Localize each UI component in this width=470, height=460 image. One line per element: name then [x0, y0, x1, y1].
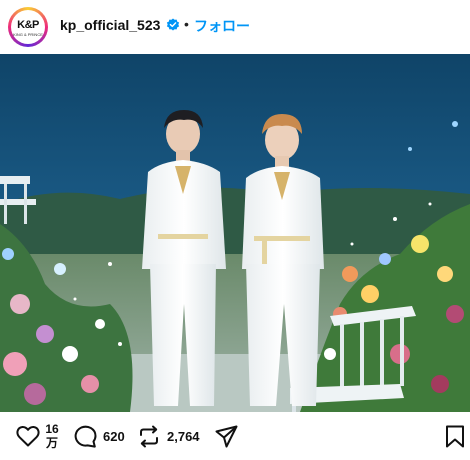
post-header: K&P KING & PRINCE kp_official_523 • フォロー: [0, 0, 470, 54]
repost-icon[interactable]: [137, 425, 161, 448]
username-link[interactable]: kp_official_523: [60, 17, 160, 33]
comment-icon[interactable]: [74, 425, 97, 448]
follow-button[interactable]: フォロー: [194, 16, 250, 36]
repost-count: 2,764: [167, 429, 200, 444]
bookmark-icon[interactable]: [445, 425, 465, 448]
verified-icon: [166, 18, 180, 31]
share-icon[interactable]: [215, 425, 238, 448]
avatar-logo-subtext: KING & PRINCE: [13, 32, 43, 37]
photo-illustration: [0, 54, 470, 412]
action-bar: 16 万 620 2,764: [0, 412, 470, 460]
post-photo[interactable]: [0, 54, 470, 412]
comment-count: 620: [103, 429, 125, 444]
like-count-number: 16: [45, 422, 59, 436]
separator-dot: •: [184, 16, 189, 32]
avatar[interactable]: K&P KING & PRINCE: [8, 7, 48, 47]
like-count-unit: 万: [45, 436, 58, 450]
avatar-logo-text: K&P: [17, 19, 39, 31]
avatar-logo-circle: K&P KING & PRINCE: [11, 10, 45, 44]
heart-icon[interactable]: [16, 425, 40, 447]
like-count: 16 万: [44, 422, 60, 450]
